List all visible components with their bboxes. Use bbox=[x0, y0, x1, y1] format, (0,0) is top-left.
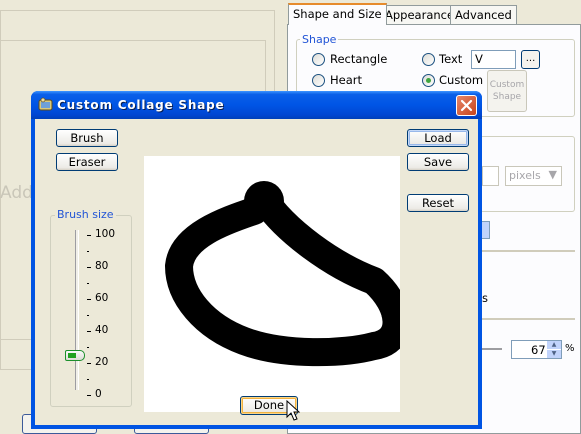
radio-custom-label: Custom bbox=[439, 73, 484, 87]
scale-label-100: 100 bbox=[95, 228, 116, 240]
percent-stepper[interactable]: 67 ▲ ▼ bbox=[511, 340, 562, 359]
percent-value: 67 bbox=[531, 343, 546, 357]
add-photos-hint: Add bbox=[0, 183, 33, 203]
load-button[interactable]: Load bbox=[407, 129, 469, 147]
scale-tick bbox=[87, 235, 91, 236]
drawing-canvas[interactable] bbox=[144, 156, 411, 412]
size-value-field[interactable] bbox=[482, 166, 499, 186]
tab-shape-and-size[interactable]: Shape and Size bbox=[288, 3, 387, 25]
percent-slider-track[interactable] bbox=[480, 348, 502, 350]
scale-label-40: 40 bbox=[95, 324, 109, 336]
chevron-down-icon: ▼ bbox=[548, 168, 557, 181]
dialog-client-area: Brush Eraser Brush size 100 80 60 40 20 … bbox=[35, 119, 478, 425]
radio-heart[interactable] bbox=[312, 74, 325, 87]
partial-label: s bbox=[482, 291, 488, 305]
dialog-titlebar[interactable]: Custom Collage Shape bbox=[31, 91, 482, 119]
scale-tick bbox=[87, 299, 91, 300]
mouse-pointer-icon bbox=[286, 400, 300, 421]
scale-tick-minor bbox=[87, 347, 89, 348]
tab-appearance[interactable]: Appearance bbox=[380, 5, 460, 24]
app-icon bbox=[38, 97, 53, 111]
scale-label-80: 80 bbox=[95, 260, 109, 272]
scale-tick-minor bbox=[87, 283, 89, 284]
stepper-down-icon[interactable]: ▼ bbox=[547, 350, 561, 358]
radio-rectangle[interactable] bbox=[312, 53, 325, 66]
size-unit-dropdown[interactable]: pixels ▼ bbox=[505, 166, 562, 186]
brush-size-slider-thumb[interactable] bbox=[65, 350, 85, 361]
brush-size-slider-track[interactable] bbox=[75, 230, 79, 390]
scale-tick bbox=[87, 331, 91, 332]
custom-collage-shape-dialog: Custom Collage Shape Brush Eraser Brush … bbox=[31, 91, 482, 429]
scale-label-0: 0 bbox=[95, 388, 102, 400]
scale-tick-minor bbox=[87, 251, 89, 252]
close-button[interactable] bbox=[456, 95, 477, 116]
tab-advanced[interactable]: Advanced bbox=[450, 5, 517, 24]
brush-button[interactable]: Brush bbox=[56, 129, 118, 147]
stepper-up-icon[interactable]: ▲ bbox=[547, 341, 561, 349]
scale-tick-minor bbox=[87, 315, 89, 316]
custom-shape-drawing bbox=[165, 181, 411, 367]
shape-group-title: Shape bbox=[300, 33, 339, 46]
custom-shape-button-line1: Custom bbox=[489, 80, 525, 90]
scale-tick bbox=[87, 395, 91, 396]
radio-text-label: Text bbox=[439, 52, 463, 66]
browse-button[interactable]: ... bbox=[521, 50, 540, 69]
separator-line bbox=[480, 250, 575, 252]
radio-custom[interactable] bbox=[422, 74, 435, 87]
dialog-title: Custom Collage Shape bbox=[57, 98, 225, 112]
separator-line-2 bbox=[480, 318, 575, 320]
scale-tick bbox=[87, 363, 91, 364]
radio-heart-label: Heart bbox=[330, 73, 363, 87]
percent-unit: % bbox=[565, 343, 575, 354]
scale-label-20: 20 bbox=[95, 356, 109, 368]
brush-size-group: Brush size 100 80 60 40 20 0 bbox=[50, 208, 132, 407]
custom-shape-button-line2: Shape bbox=[492, 92, 522, 102]
size-unit-value: pixels bbox=[509, 169, 541, 182]
scale-tick-minor bbox=[87, 379, 89, 380]
scale-label-60: 60 bbox=[95, 292, 109, 304]
brush-size-title: Brush size bbox=[55, 208, 116, 221]
radio-text[interactable] bbox=[422, 53, 435, 66]
radio-rectangle-label: Rectangle bbox=[330, 52, 388, 66]
close-icon bbox=[460, 99, 473, 112]
shape-text-input[interactable]: V bbox=[471, 50, 516, 69]
reset-button[interactable]: Reset bbox=[407, 194, 469, 212]
scale-tick bbox=[87, 267, 91, 268]
custom-shape-button[interactable]: Custom Shape bbox=[487, 70, 527, 112]
eraser-button[interactable]: Eraser bbox=[56, 153, 118, 171]
save-button[interactable]: Save bbox=[407, 153, 469, 171]
